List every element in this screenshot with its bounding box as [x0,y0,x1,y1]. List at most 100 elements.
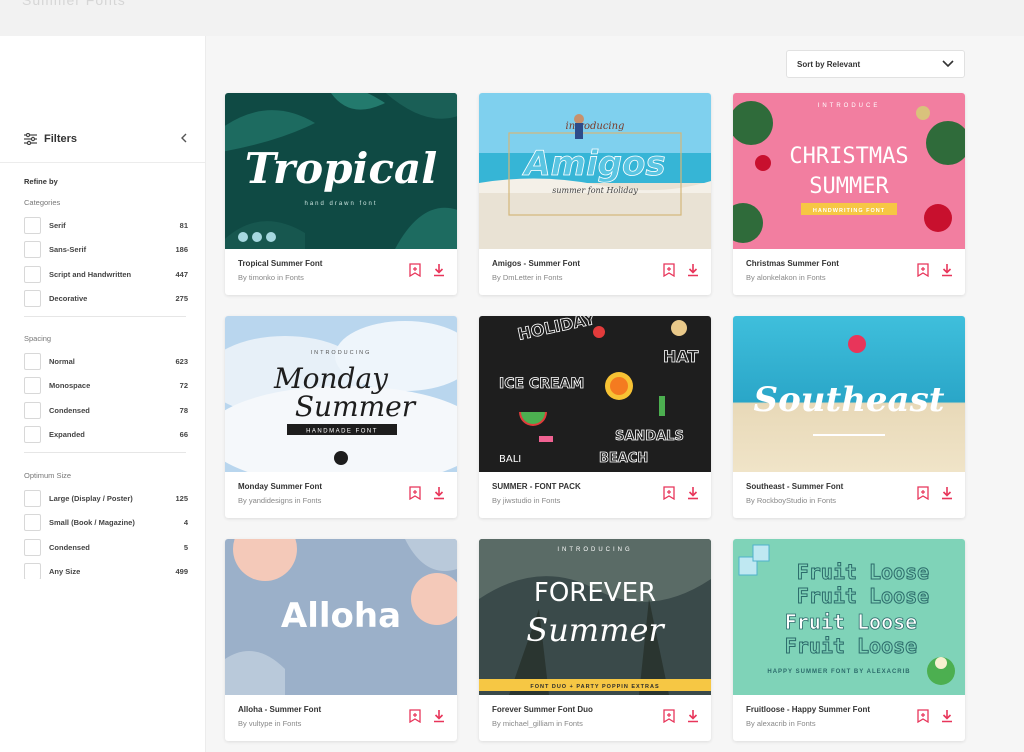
checkbox[interactable] [24,352,41,370]
filter-option-condensed[interactable]: Condensed 78 [24,398,188,423]
filter-option-size-condensed[interactable]: Condensed 5 [24,535,188,560]
card-author[interactable]: By alexacrib in Fonts [746,719,906,728]
card-title[interactable]: Alloha - Summer Font [238,705,398,714]
filter-option-any-size[interactable]: Any Size 499 [24,560,188,579]
svg-text:FOREVER: FOREVER [534,578,656,608]
bookmark-add-icon[interactable] [917,709,929,723]
card-author[interactable]: By alonkelakon in Fonts [746,273,906,282]
card-title[interactable]: Forever Summer Font Duo [492,705,652,714]
card-author[interactable]: By yandidesigns in Fonts [238,496,398,505]
bookmark-add-icon[interactable] [663,709,675,723]
checkbox[interactable] [24,538,41,556]
card-title[interactable]: Tropical Summer Font [238,259,398,268]
card-author[interactable]: By jiwstudio in Fonts [492,496,652,505]
checkbox[interactable] [24,265,41,283]
card-thumbnail[interactable]: INTRODUCE CHRISTMAS SUMMER HANDWRITING F… [733,93,965,249]
card-thumbnail[interactable]: Tropical hand drawn font [225,93,457,249]
group-divider [24,452,186,453]
card-title[interactable]: Monday Summer Font [238,482,398,491]
svg-text:FONT DUO + PARTY POPPIN EXTRAS: FONT DUO + PARTY POPPIN EXTRAS [530,684,659,690]
card-thumbnail[interactable]: introducing Amigos summer font Holiday [479,93,711,249]
svg-text:Tropical: Tropical [245,144,437,193]
bookmark-add-icon[interactable] [917,486,929,500]
filter-option-monospace[interactable]: Monospace 72 [24,374,188,399]
svg-text:Summer: Summer [526,611,665,649]
bookmark-add-icon[interactable] [663,486,675,500]
download-icon[interactable] [687,263,699,277]
filter-option-normal[interactable]: Normal 623 [24,349,188,374]
card-author[interactable]: By DmLetter in Fonts [492,273,652,282]
card-title[interactable]: Christmas Summer Font [746,259,906,268]
card-title[interactable]: SUMMER - FONT PACK [492,482,652,491]
checkbox[interactable] [24,489,41,507]
thumb-text-row: Fruit Loose [797,584,929,608]
thumb-text-bali: BALI [499,454,521,465]
checkbox[interactable] [24,563,41,579]
card-thumbnail[interactable]: INTRODUCING FOREVER Summer FONT DUO + PA… [479,539,711,695]
sort-dropdown[interactable]: Sort by Relevant [786,50,965,78]
svg-text:INTRODUCE: INTRODUCE [818,103,881,109]
product-card[interactable]: HOLIDAY ICE CREAM SANDALS BEACH HAT BALI… [479,316,711,518]
card-title[interactable]: Fruitloose - Happy Summer Font [746,705,906,714]
card-author[interactable]: By RockboyStudio in Fonts [746,496,906,505]
filter-option-small[interactable]: Small (Book / Magazine) 4 [24,511,188,536]
header-ghost-text: Summer Fonts [22,0,126,8]
card-author[interactable]: By timonko in Fonts [238,273,398,282]
filters-divider [0,162,206,163]
bookmark-add-icon[interactable] [917,263,929,277]
card-title[interactable]: Amigos - Summer Font [492,259,652,268]
checkbox[interactable] [24,290,41,308]
group-title: Spacing [24,334,52,343]
checkbox[interactable] [24,377,41,395]
card-author[interactable]: By vultype in Fonts [238,719,398,728]
card-thumbnail[interactable]: Fruit Loose Fruit Loose Fruit Loose Frui… [733,539,965,695]
checkbox[interactable] [24,514,41,532]
card-title[interactable]: Southeast - Summer Font [746,482,906,491]
download-icon[interactable] [433,709,445,723]
svg-text:HANDMADE FONT: HANDMADE FONT [306,429,378,435]
card-thumbnail[interactable]: Alloha [225,539,457,695]
chevron-left-icon[interactable] [180,132,188,146]
product-card[interactable]: Fruit Loose Fruit Loose Fruit Loose Frui… [733,539,965,741]
svg-text:INTRODUCING: INTRODUCING [311,350,372,356]
bookmark-add-icon[interactable] [409,263,421,277]
filter-group-categories: Categories Serif 81 Sans-Serif 186 Script … [24,198,188,317]
checkbox[interactable] [24,241,41,259]
filter-option-decorative[interactable]: Decorative 275 [24,287,188,312]
card-author[interactable]: By michael_gilliam in Fonts [492,719,652,728]
filter-option-serif[interactable]: Serif 81 [24,213,188,238]
filters-title: Filters [44,133,78,145]
filter-option-sans-serif[interactable]: Sans-Serif 186 [24,238,188,263]
product-card[interactable]: INTRODUCING Monday Summer HANDMADE FONT … [225,316,457,518]
product-card[interactable]: INTRODUCING FOREVER Summer FONT DUO + PA… [479,539,711,741]
bookmark-add-icon[interactable] [409,486,421,500]
download-icon[interactable] [687,486,699,500]
filter-option-large[interactable]: Large (Display / Poster) 125 [24,486,188,511]
top-bar: Summer Fonts [0,0,1024,36]
svg-text:INTRODUCING: INTRODUCING [557,547,632,553]
filter-option-script[interactable]: Script and Handwritten 447 [24,262,188,287]
bookmark-add-icon[interactable] [409,709,421,723]
bookmark-add-icon[interactable] [663,263,675,277]
checkbox[interactable] [24,401,41,419]
download-icon[interactable] [941,263,953,277]
product-card[interactable]: Southeast Southeast - Summer Font By Roc… [733,316,965,518]
product-card[interactable]: Alloha Alloha - Summer Font By vultype i… [225,539,457,741]
checkbox[interactable] [24,426,41,444]
download-icon[interactable] [433,486,445,500]
card-thumbnail[interactable]: INTRODUCING Monday Summer HANDMADE FONT [225,316,457,472]
checkbox[interactable] [24,216,41,234]
product-card[interactable]: introducing Amigos summer font Holiday A… [479,93,711,295]
filter-option-expanded[interactable]: Expanded 66 [24,423,188,448]
download-icon[interactable] [941,709,953,723]
product-card[interactable]: INTRODUCE CHRISTMAS SUMMER HANDWRITING F… [733,93,965,295]
download-icon[interactable] [433,263,445,277]
card-thumbnail[interactable]: HOLIDAY ICE CREAM SANDALS BEACH HAT BALI [479,316,711,472]
svg-text:Alloha: Alloha [281,596,401,636]
product-card[interactable]: Tropical hand drawn font Tropical Summer… [225,93,457,295]
download-icon[interactable] [687,709,699,723]
svg-text:SUMMER: SUMMER [809,174,889,199]
card-thumbnail[interactable]: Southeast [733,316,965,472]
svg-text:Amigos: Amigos [521,144,665,184]
download-icon[interactable] [941,486,953,500]
